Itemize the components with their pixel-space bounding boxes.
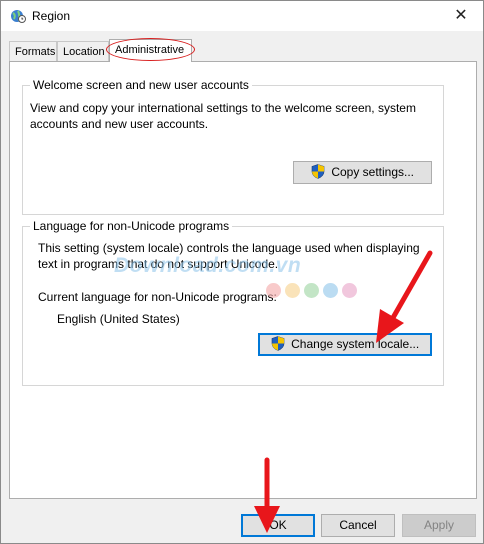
welcome-group-title: Welcome screen and new user accounts <box>30 78 252 92</box>
apply-button[interactable]: Apply <box>402 514 476 537</box>
cancel-button[interactable]: Cancel <box>321 514 395 537</box>
region-dialog: Region ✕ Formats Location Administrative… <box>0 0 484 544</box>
globe-clock-icon <box>11 10 26 23</box>
change-system-locale-label: Change system locale... <box>291 337 420 351</box>
administrative-panel: Welcome screen and new user accounts Vie… <box>9 61 477 499</box>
change-system-locale-button[interactable]: Change system locale... <box>258 333 432 356</box>
copy-settings-button[interactable]: Copy settings... <box>293 161 432 184</box>
ok-button[interactable]: OK <box>241 514 315 537</box>
non-unicode-group: Language for non-Unicode programs This s… <box>22 219 444 386</box>
watermark-dot <box>342 283 357 298</box>
welcome-group-description: View and copy your international setting… <box>30 101 416 131</box>
uac-shield-icon <box>271 336 285 351</box>
tab-formats[interactable]: Formats <box>9 41 57 61</box>
watermark-text: Download.com.vn <box>114 254 302 277</box>
watermark-dot <box>304 283 319 298</box>
title-bar: Region ✕ <box>1 1 483 31</box>
current-language-label: Current language for non-Unicode program… <box>38 290 277 304</box>
watermark-dot <box>285 283 300 298</box>
tab-administrative[interactable]: Administrative <box>106 38 195 62</box>
non-unicode-group-title: Language for non-Unicode programs <box>30 219 233 233</box>
copy-settings-label: Copy settings... <box>331 165 415 179</box>
current-language-value: English (United States) <box>57 312 180 326</box>
tab-administrative-label: Administrative <box>115 44 185 56</box>
watermark-dot <box>266 283 281 298</box>
close-icon: ✕ <box>454 7 468 24</box>
tab-location[interactable]: Location <box>57 41 109 61</box>
close-button[interactable]: ✕ <box>439 1 483 31</box>
window-title: Region <box>32 9 71 23</box>
uac-shield-icon <box>311 164 325 179</box>
watermark-dot <box>323 283 338 298</box>
welcome-screen-group: Welcome screen and new user accounts Vie… <box>22 78 444 215</box>
